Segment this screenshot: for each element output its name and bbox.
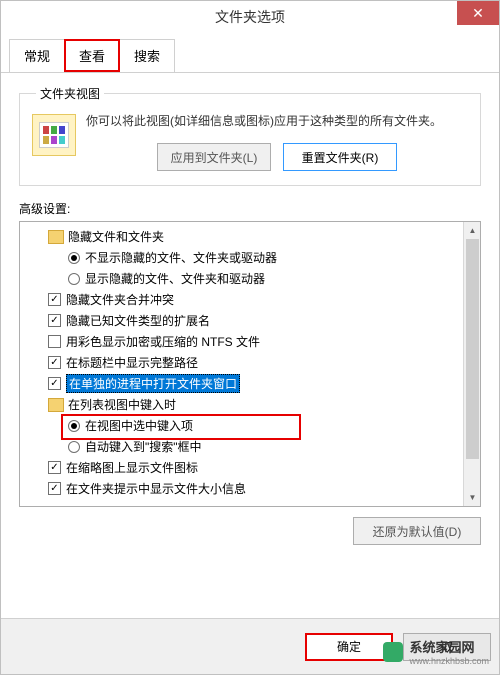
apply-to-folders-button[interactable]: 应用到文件夹(L) xyxy=(157,143,271,171)
tree-item-label: 不显示隐藏的文件、文件夹或驱动器 xyxy=(85,249,277,266)
folder-options-window: 文件夹选项 ✕ 常规 查看 搜索 文件夹视图 你可以将此视图(如详细信息或图标)… xyxy=(0,0,500,675)
tree-item-label: 在缩略图上显示文件图标 xyxy=(66,459,198,476)
tree-item-label: 显示隐藏的文件、文件夹和驱动器 xyxy=(85,270,265,287)
tab-search[interactable]: 搜索 xyxy=(119,39,175,72)
watermark-text: 系统家园网 xyxy=(409,640,474,655)
watermark-icon xyxy=(383,642,403,662)
advanced-label: 高级设置: xyxy=(19,200,481,217)
tree-item-label: 隐藏文件和文件夹 xyxy=(68,228,164,245)
watermark: 系统家园网 www.hnzkhbsb.com xyxy=(383,637,489,666)
tabs: 常规 查看 搜索 xyxy=(1,33,499,73)
tree-item-label: 在文件夹提示中显示文件大小信息 xyxy=(66,480,246,497)
tree-item-label: 自动键入到"搜索"框中 xyxy=(85,438,202,455)
tree-scrollbar[interactable]: ▲ ▼ xyxy=(463,222,480,506)
checkbox[interactable] xyxy=(48,293,61,306)
tree-item[interactable]: 在标题栏中显示完整路径 xyxy=(22,352,478,373)
folder-view-icon xyxy=(32,114,76,156)
tree-item[interactable]: 在文件夹提示中显示文件大小信息 xyxy=(22,478,478,499)
tree-item[interactable]: 显示隐藏的文件、文件夹和驱动器 xyxy=(22,268,478,289)
close-button[interactable]: ✕ xyxy=(457,1,499,25)
tab-view[interactable]: 查看 xyxy=(64,39,120,72)
tree-item-label: 用彩色显示加密或压缩的 NTFS 文件 xyxy=(66,333,260,350)
tree-item-label: 在标题栏中显示完整路径 xyxy=(66,354,198,371)
tree-item[interactable]: 在单独的进程中打开文件夹窗口 xyxy=(22,373,478,394)
restore-defaults-button[interactable]: 还原为默认值(D) xyxy=(353,517,481,545)
tree-item-label: 在单独的进程中打开文件夹窗口 xyxy=(66,374,240,393)
titlebar: 文件夹选项 ✕ xyxy=(1,1,499,33)
tree-item[interactable]: 在视图中选中键入项 xyxy=(22,415,478,436)
tree-item-label: 在视图中选中键入项 xyxy=(85,417,193,434)
tree-item-label: 隐藏文件夹合并冲突 xyxy=(66,291,174,308)
close-icon: ✕ xyxy=(472,5,484,22)
checkbox[interactable] xyxy=(48,482,61,495)
tree-item: 在列表视图中键入时 xyxy=(22,394,478,415)
tree-item-label: 隐藏已知文件类型的扩展名 xyxy=(66,312,210,329)
tree-item[interactable]: 在缩略图上显示文件图标 xyxy=(22,457,478,478)
radio[interactable] xyxy=(68,252,80,264)
folder-view-desc: 你可以将此视图(如详细信息或图标)应用于这种类型的所有文件夹。 xyxy=(86,112,468,131)
radio[interactable] xyxy=(68,420,80,432)
advanced-tree: 隐藏文件和文件夹不显示隐藏的文件、文件夹或驱动器显示隐藏的文件、文件夹和驱动器隐… xyxy=(19,221,481,507)
folder-icon xyxy=(48,398,64,412)
tree-item[interactable]: 不显示隐藏的文件、文件夹或驱动器 xyxy=(22,247,478,268)
ok-button[interactable]: 确定 xyxy=(305,633,393,661)
scroll-up-icon[interactable]: ▲ xyxy=(464,222,481,239)
checkbox[interactable] xyxy=(48,461,61,474)
scroll-down-icon[interactable]: ▼ xyxy=(464,489,481,506)
radio[interactable] xyxy=(68,273,80,285)
checkbox[interactable] xyxy=(48,314,61,327)
scroll-thumb[interactable] xyxy=(466,239,479,459)
folder-view-group: 文件夹视图 你可以将此视图(如详细信息或图标)应用于这种类型的所有文件夹。 应用… xyxy=(19,85,481,186)
folder-view-legend: 文件夹视图 xyxy=(36,85,104,102)
tree-item[interactable]: 自动键入到"搜索"框中 xyxy=(22,436,478,457)
tab-content: 文件夹视图 你可以将此视图(如详细信息或图标)应用于这种类型的所有文件夹。 应用… xyxy=(1,73,499,557)
tree-item[interactable]: 用彩色显示加密或压缩的 NTFS 文件 xyxy=(22,331,478,352)
reset-folders-button[interactable]: 重置文件夹(R) xyxy=(283,143,397,171)
tree-item: 隐藏文件和文件夹 xyxy=(22,226,478,247)
checkbox[interactable] xyxy=(48,377,61,390)
tree-item-label: 在列表视图中键入时 xyxy=(68,396,176,413)
watermark-url: www.hnzkhbsb.com xyxy=(409,656,489,666)
window-title: 文件夹选项 xyxy=(215,7,285,27)
tree-item[interactable]: 隐藏已知文件类型的扩展名 xyxy=(22,310,478,331)
tab-general[interactable]: 常规 xyxy=(9,39,65,72)
tree-item[interactable]: 隐藏文件夹合并冲突 xyxy=(22,289,478,310)
radio[interactable] xyxy=(68,441,80,453)
folder-icon xyxy=(48,230,64,244)
checkbox[interactable] xyxy=(48,356,61,369)
checkbox[interactable] xyxy=(48,335,61,348)
